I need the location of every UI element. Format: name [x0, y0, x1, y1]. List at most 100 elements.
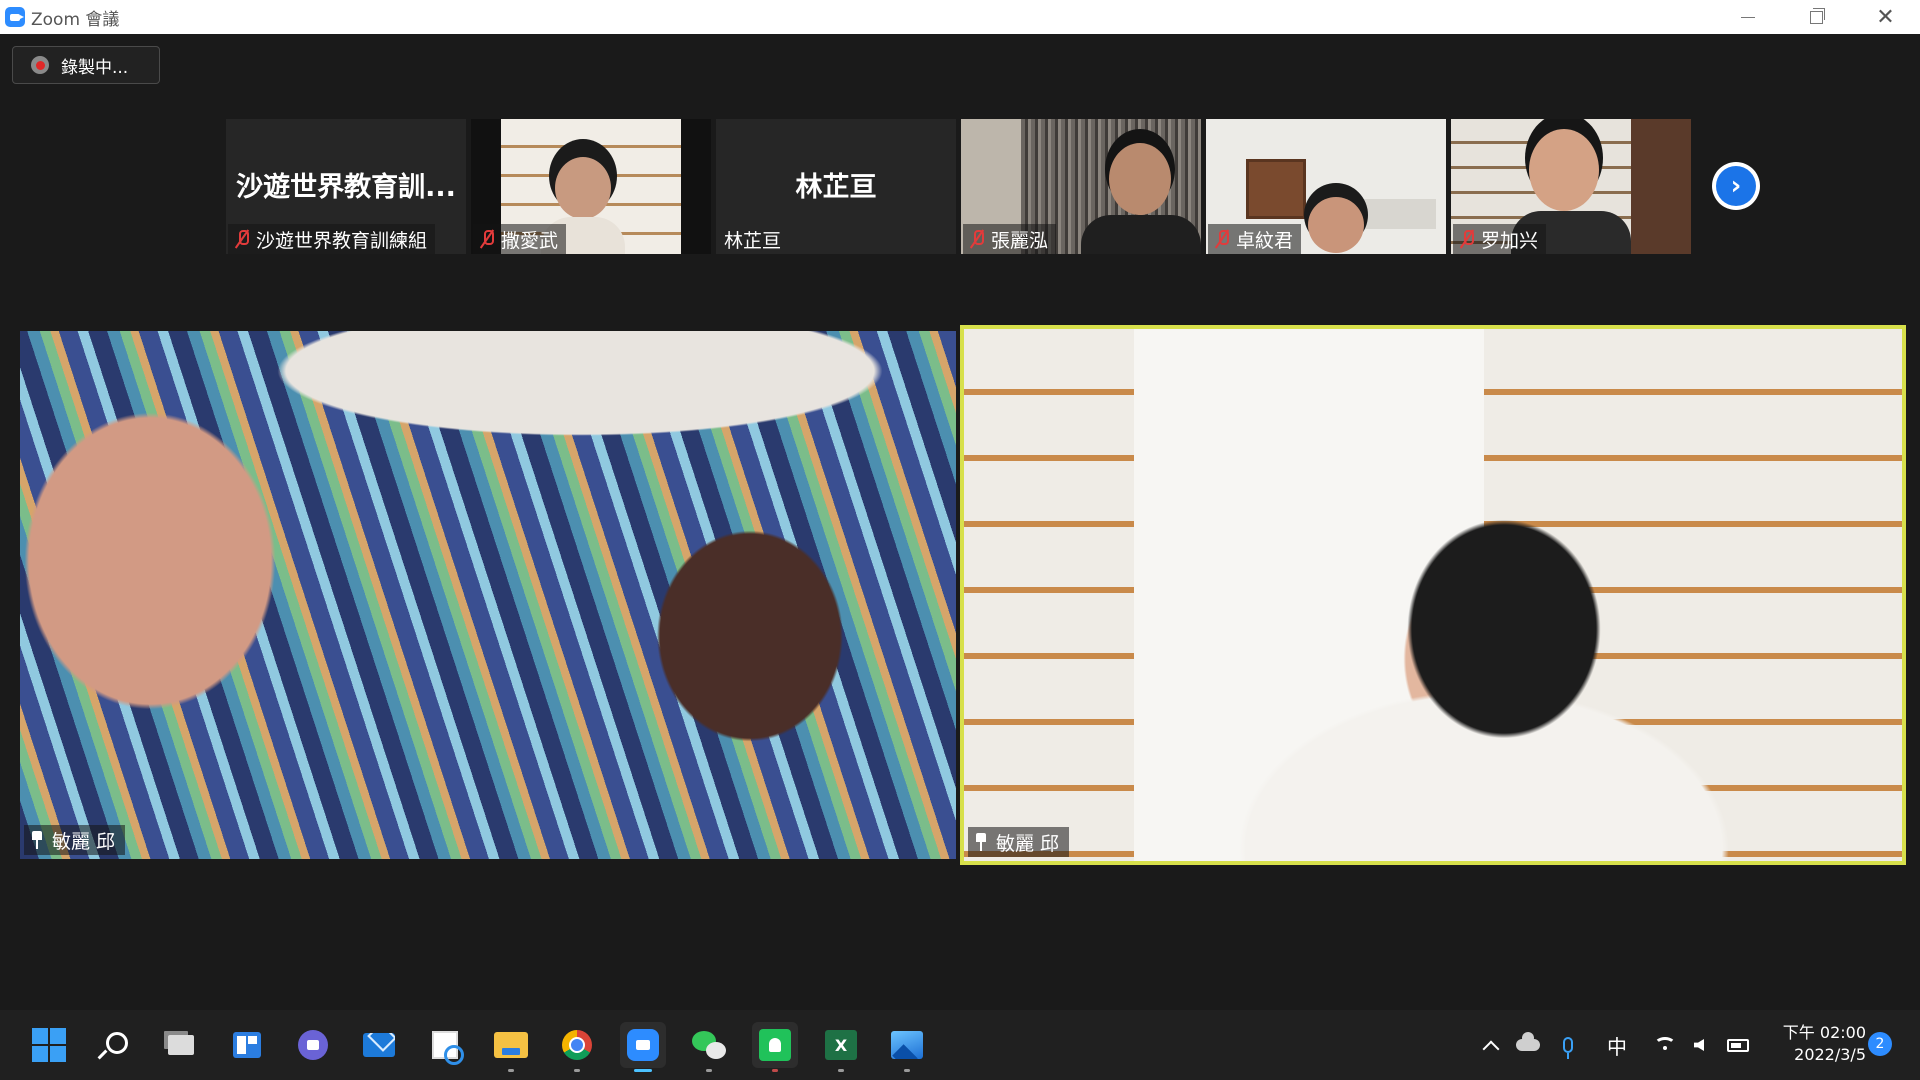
volume-button[interactable]	[1688, 1010, 1710, 1080]
running-indicator	[904, 1069, 910, 1072]
task-view-icon	[168, 1035, 194, 1055]
running-indicator	[508, 1069, 514, 1072]
video-tile-left[interactable]: 敏麗 邱	[20, 331, 956, 859]
chevron-up-icon	[1482, 1040, 1500, 1058]
participant-name-tag: 撒愛武	[473, 224, 567, 254]
participant-tile[interactable]: 沙遊世界教育訓... 沙遊世界教育訓練組	[226, 119, 466, 254]
participant-tile[interactable]: 林芷亘 林芷亘	[716, 119, 956, 254]
window-title: Zoom 會議	[31, 9, 120, 30]
active-indicator	[634, 1069, 652, 1072]
participant-name-tag: 罗加兴	[1453, 224, 1547, 254]
zoom-logo-icon	[5, 7, 25, 27]
participant-name: 敏麗 邱	[996, 832, 1060, 855]
recording-indicator[interactable]: 錄製中...	[12, 46, 160, 84]
notification-badge[interactable]: 2	[1868, 1032, 1892, 1056]
photos-icon	[891, 1031, 923, 1059]
microphone-icon	[1563, 1037, 1573, 1059]
teams-chat-button[interactable]	[290, 1022, 336, 1068]
onedrive-button[interactable]	[1512, 1010, 1544, 1080]
excel-button[interactable]: X	[818, 1022, 864, 1072]
pin-icon	[30, 831, 44, 849]
snipping-tool-button[interactable]	[422, 1022, 468, 1068]
teams-chat-icon	[298, 1030, 328, 1060]
recording-label: 錄製中...	[61, 57, 129, 78]
show-hidden-icons-button[interactable]	[1480, 1010, 1502, 1080]
participant-name: 沙遊世界教育訓練組	[256, 229, 428, 252]
cloud-icon	[1516, 1032, 1540, 1051]
zoom-taskbar-button[interactable]	[620, 1022, 666, 1072]
mail-icon	[363, 1033, 395, 1057]
clock[interactable]: 下午 02:00 2022/3/5	[1770, 1022, 1866, 1066]
participant-tile[interactable]: 罗加兴	[1451, 119, 1691, 254]
minimize-button[interactable]	[1713, 0, 1782, 34]
video-tile-active-speaker[interactable]: 敏麗 邱	[960, 325, 1906, 865]
participant-name: 敏麗 邱	[52, 830, 116, 853]
window-controls: ✕	[1713, 0, 1920, 34]
mic-muted-icon	[479, 229, 495, 249]
clock-date: 2022/3/5	[1794, 1045, 1866, 1064]
mic-muted-icon	[234, 229, 250, 249]
participant-name: 林芷亘	[724, 229, 782, 252]
participant-name-tag: 卓紋君	[1208, 224, 1302, 254]
wechat-button[interactable]	[686, 1022, 732, 1072]
start-button[interactable]	[26, 1022, 72, 1068]
widgets-icon	[233, 1032, 261, 1058]
participant-tile[interactable]: 張麗泓	[961, 119, 1201, 254]
running-indicator	[574, 1069, 580, 1072]
wifi-button[interactable]	[1652, 1010, 1678, 1080]
mic-muted-icon	[1214, 229, 1230, 249]
battery-button[interactable]	[1724, 1010, 1752, 1080]
gallery-strip: 沙遊世界教育訓... 沙遊世界教育訓練組 撒愛武 林芷亘 林芷亘 張麗泓 卓紋君…	[226, 119, 1691, 254]
wechat-icon	[692, 1031, 726, 1059]
participant-name-tag: 張麗泓	[963, 224, 1057, 254]
clock-time: 下午 02:00	[1782, 1023, 1866, 1042]
participant-name-tag: 沙遊世界教育訓練組	[228, 224, 436, 254]
participant-name: 卓紋君	[1236, 229, 1294, 252]
chrome-button[interactable]	[554, 1022, 600, 1072]
battery-icon	[1727, 1038, 1749, 1052]
search-button[interactable]	[92, 1022, 138, 1068]
task-view-button[interactable]	[158, 1022, 204, 1068]
mail-button[interactable]	[356, 1022, 402, 1068]
file-explorer-button[interactable]	[488, 1022, 534, 1072]
participant-name-tag: 林芷亘	[718, 224, 789, 254]
participant-display-name: 林芷亘	[795, 172, 877, 203]
folder-icon	[494, 1032, 528, 1058]
participant-tile[interactable]: 卓紋君	[1206, 119, 1446, 254]
restore-button[interactable]	[1782, 0, 1851, 34]
participant-name: 張麗泓	[991, 229, 1049, 252]
video-name-tag: 敏麗 邱	[24, 825, 126, 855]
speaker-icon	[1694, 1039, 1704, 1051]
close-button[interactable]: ✕	[1851, 0, 1920, 34]
widgets-button[interactable]	[224, 1022, 270, 1068]
pin-icon	[974, 833, 988, 851]
windows-start-icon	[32, 1028, 66, 1062]
participant-tile[interactable]: 撒愛武	[471, 119, 711, 254]
participant-name: 撒愛武	[501, 229, 559, 252]
title-bar: Zoom 會議 ✕	[0, 0, 1920, 34]
chevron-right-icon: ›	[1716, 166, 1756, 206]
video-name-tag: 敏麗 邱	[968, 827, 1070, 857]
photos-button[interactable]	[884, 1022, 930, 1072]
running-indicator	[772, 1069, 778, 1072]
line-button[interactable]	[752, 1022, 798, 1072]
next-page-button[interactable]: ›	[1712, 162, 1760, 210]
participant-display-name: 沙遊世界教育訓...	[236, 172, 456, 203]
minimize-icon	[1740, 16, 1755, 18]
wifi-icon	[1654, 1037, 1676, 1053]
zoom-icon	[627, 1029, 659, 1061]
running-indicator	[706, 1069, 712, 1072]
excel-icon: X	[825, 1030, 857, 1060]
speaker-video	[964, 329, 1902, 861]
snipping-tool-icon	[432, 1031, 464, 1065]
line-icon	[759, 1029, 791, 1061]
restore-icon	[1810, 7, 1825, 24]
mic-muted-icon	[969, 229, 985, 249]
close-icon: ✕	[1876, 4, 1895, 30]
taskbar: X 中 下午 02:00 2022/3/5 2	[0, 1010, 1920, 1080]
record-icon	[31, 56, 49, 74]
input-method-button[interactable]: 中	[1604, 1010, 1630, 1080]
chrome-icon	[562, 1030, 592, 1060]
running-indicator	[838, 1069, 844, 1072]
microphone-tray-button[interactable]	[1558, 1010, 1578, 1080]
